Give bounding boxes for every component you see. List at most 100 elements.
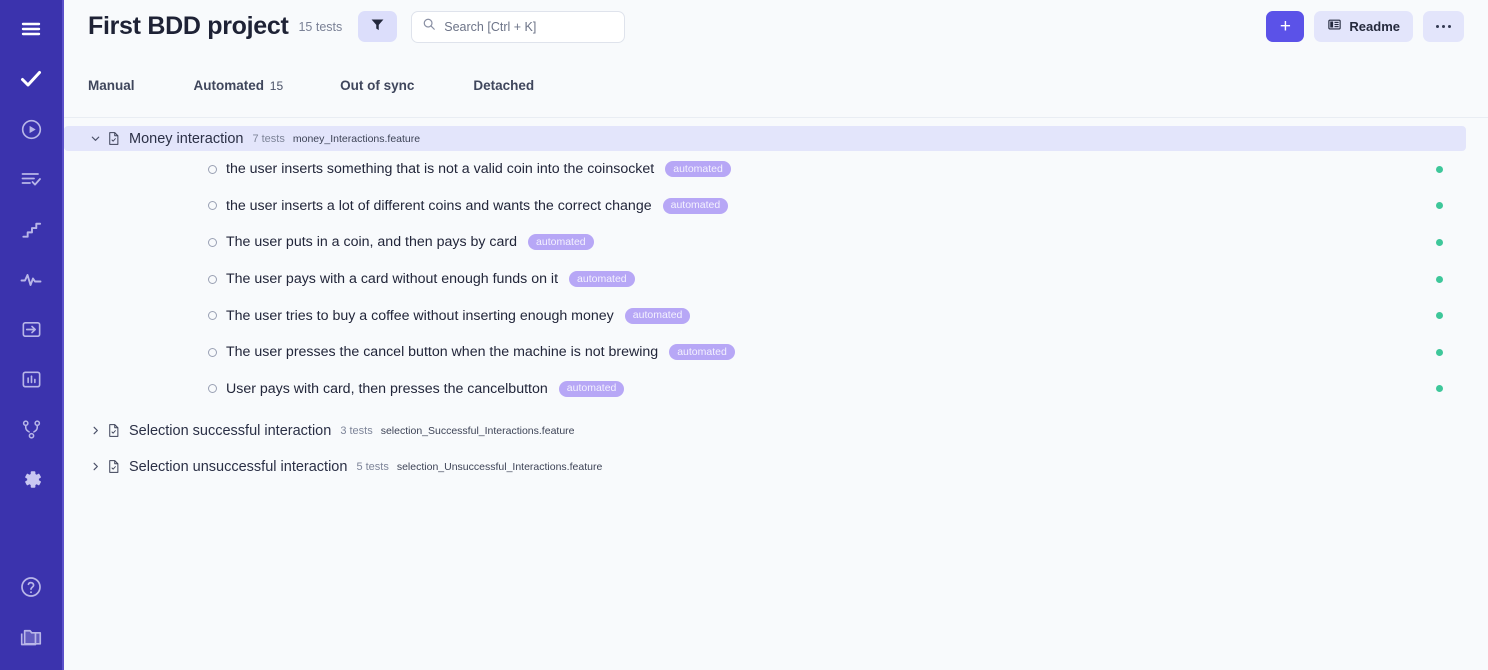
top-bar-actions: + Readme [1266, 11, 1464, 42]
sidebar-item-reports[interactable] [0, 354, 63, 404]
circle-status-icon [208, 165, 217, 174]
group-file-name: money_Interactions.feature [293, 133, 420, 145]
circle-status-icon [208, 238, 217, 247]
test-name: The user pays with a card without enough… [226, 271, 558, 287]
search-icon [422, 17, 436, 36]
group-title: Selection successful interaction [129, 423, 331, 439]
ellipsis-dot [1448, 25, 1451, 28]
sidebar-item-activity[interactable] [0, 254, 63, 304]
sidebar-item-tests[interactable] [0, 54, 63, 104]
sync-status-dot [1436, 166, 1443, 173]
status-badge: automated [665, 161, 731, 177]
git-branch-icon [20, 418, 43, 441]
group-file-name: selection_Unsuccessful_Interactions.feat… [397, 461, 602, 473]
status-badge: automated [559, 381, 625, 397]
sidebar-item-settings[interactable] [0, 454, 63, 504]
sidebar-item-integrations[interactable] [0, 404, 63, 454]
circle-status-icon [208, 311, 217, 320]
table-row[interactable]: The user puts in a coin, and then pays b… [64, 224, 1488, 261]
sync-status-dot [1436, 385, 1443, 392]
circle-status-icon [208, 201, 217, 210]
collapsed-groups: Selection successful interaction 3 tests… [64, 418, 1488, 479]
gear-icon [19, 467, 44, 492]
tab-manual[interactable]: Manual [88, 78, 137, 93]
sidebar-item-test-plans[interactable] [0, 154, 63, 204]
sync-status-dot [1436, 239, 1443, 246]
sync-status-dot [1436, 276, 1443, 283]
tab-automated[interactable]: Automated 15 [194, 78, 284, 93]
page-title: First BDD project [88, 12, 288, 41]
ellipsis-dot [1436, 25, 1439, 28]
top-bar: First BDD project 15 tests Search [Ctrl … [64, 0, 1488, 53]
table-row[interactable]: The user pays with a card without enough… [64, 261, 1488, 298]
group-file-name: selection_Successful_Interactions.featur… [381, 425, 575, 437]
chevron-right-icon[interactable] [90, 425, 106, 436]
table-row[interactable]: User pays with card, then presses the ca… [64, 371, 1488, 408]
tab-automated-label: Automated [194, 78, 265, 93]
test-name: the user inserts something that is not a… [226, 161, 654, 177]
sidebar-item-projects[interactable] [0, 612, 63, 662]
activity-pulse-icon [19, 267, 43, 291]
readme-button[interactable]: Readme [1314, 11, 1413, 42]
table-row[interactable]: the user inserts something that is not a… [64, 151, 1488, 188]
sync-status-dot [1436, 202, 1443, 209]
book-icon [1327, 17, 1342, 37]
menu-icon [19, 17, 43, 41]
funnel-icon [370, 17, 385, 37]
tab-detached[interactable]: Detached [473, 78, 536, 93]
sidebar-item-import[interactable] [0, 304, 63, 354]
group-header-selection-successful-interaction[interactable]: Selection successful interaction 3 tests… [64, 418, 1466, 443]
filter-button[interactable] [358, 11, 397, 42]
feature-file-icon [106, 459, 121, 474]
more-options-button[interactable] [1423, 11, 1464, 42]
folder-icon [19, 625, 44, 650]
group-header-selection-unsuccessful-interaction[interactable]: Selection unsuccessful interaction 5 tes… [64, 454, 1466, 479]
sync-status-dot [1436, 312, 1443, 319]
test-name: the user inserts a lot of different coin… [226, 198, 652, 214]
group-title: Selection unsuccessful interaction [129, 459, 347, 475]
table-row[interactable]: The user presses the cancel button when … [64, 334, 1488, 371]
group-title: Money interaction [129, 131, 243, 147]
test-name: The user tries to buy a coffee without i… [226, 308, 614, 324]
circle-status-icon [208, 348, 217, 357]
main-content: First BDD project 15 tests Search [Ctrl … [64, 0, 1488, 670]
chevron-down-icon[interactable] [90, 133, 106, 144]
list-check-icon [19, 167, 43, 191]
circle-status-icon [208, 384, 217, 393]
circle-status-icon [208, 275, 217, 284]
sidebar-item-menu[interactable] [0, 4, 63, 54]
status-badge: automated [663, 198, 729, 214]
tab-out-of-sync[interactable]: Out of sync [340, 78, 416, 93]
tab-bar: Manual Automated 15 Out of sync Detached [64, 53, 1488, 118]
sync-status-dot [1436, 349, 1443, 356]
test-list: Money interaction 7 tests money_Interact… [64, 118, 1488, 670]
tab-out-of-sync-label: Out of sync [340, 78, 414, 93]
check-icon [19, 67, 43, 91]
table-row[interactable]: The user tries to buy a coffee without i… [64, 297, 1488, 334]
help-circle-icon [19, 575, 43, 599]
chart-bar-icon [20, 368, 43, 391]
sidebar-item-steps[interactable] [0, 204, 63, 254]
sidebar-item-help[interactable] [0, 562, 63, 612]
table-row[interactable]: the user inserts a lot of different coin… [64, 188, 1488, 225]
left-sidebar [0, 0, 64, 670]
status-badge: automated [625, 308, 691, 324]
test-name: User pays with card, then presses the ca… [226, 381, 548, 397]
add-button[interactable]: + [1266, 11, 1304, 42]
tab-detached-label: Detached [473, 78, 534, 93]
status-badge: automated [528, 234, 594, 250]
sidebar-item-test-runs[interactable] [0, 104, 63, 154]
app-root: First BDD project 15 tests Search [Ctrl … [0, 0, 1488, 670]
login-box-icon [20, 318, 43, 341]
test-name: The user presses the cancel button when … [226, 344, 658, 360]
group-header-money-interaction[interactable]: Money interaction 7 tests money_Interact… [64, 126, 1466, 151]
tab-manual-label: Manual [88, 78, 135, 93]
status-badge: automated [569, 271, 635, 287]
chevron-right-icon[interactable] [90, 461, 106, 472]
search-input[interactable]: Search [Ctrl + K] [411, 11, 625, 43]
tab-automated-count: 15 [270, 79, 283, 93]
status-badge: automated [669, 344, 735, 360]
play-circle-icon [20, 118, 43, 141]
feature-file-icon [106, 131, 121, 146]
group-test-count: 5 tests [356, 461, 388, 473]
